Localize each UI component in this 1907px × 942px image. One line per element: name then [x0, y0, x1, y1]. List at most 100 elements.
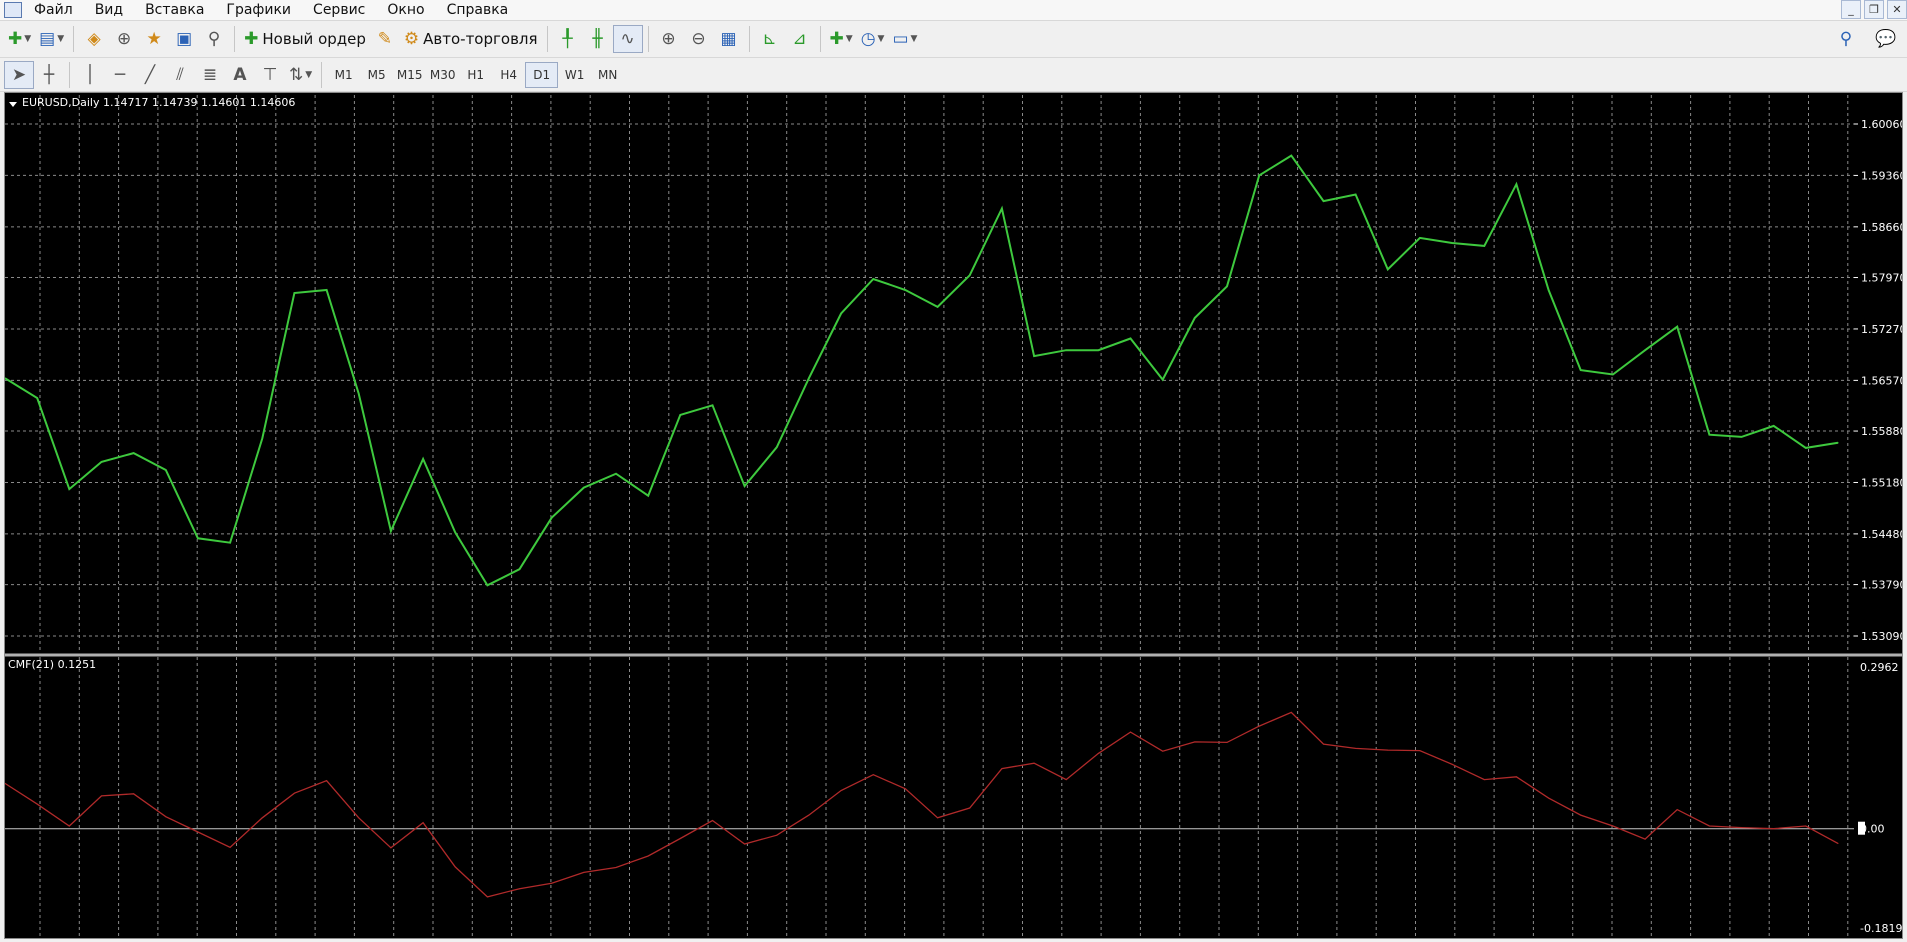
timeframe-w1[interactable]: W1	[558, 62, 591, 88]
price-point	[100, 461, 103, 463]
timeframe-m1[interactable]: M1	[327, 62, 360, 88]
auto-scroll-button[interactable]: ⊾	[755, 25, 785, 53]
cmf-point	[615, 866, 617, 868]
crosshair-button[interactable]: ┼	[34, 61, 64, 89]
chart-canvas[interactable]: 1.60060 1.59360 1.58660 1.57970 1.57270 1.565…	[4, 92, 1907, 938]
cmf-point	[293, 792, 295, 794]
price-point	[1773, 425, 1775, 427]
templates-button[interactable]: ▭ ▼	[888, 25, 921, 53]
price-point	[229, 542, 231, 544]
price-point	[615, 473, 617, 475]
menu-insert[interactable]: Вставка	[145, 0, 204, 21]
menu-charts[interactable]: Графики	[226, 0, 291, 21]
price-point	[872, 278, 874, 280]
search-button[interactable]: ⚲	[1831, 25, 1861, 53]
cmf-point	[1033, 762, 1035, 764]
cursor-button[interactable]: ➤	[4, 61, 34, 89]
minimize-button[interactable]: _	[1841, 0, 1861, 19]
terminal-button[interactable]: ▣	[169, 25, 199, 53]
timeframe-h4[interactable]: H4	[492, 62, 525, 88]
timeframe-h1[interactable]: H1	[459, 62, 492, 88]
indicators-button[interactable]: ✚ ▼	[826, 25, 857, 53]
cmf-point	[1483, 779, 1485, 781]
horizontal-line-button[interactable]: ─	[105, 61, 135, 89]
autotrading-button[interactable]: ⚙ Авто-торговля	[400, 25, 542, 53]
cmf-point	[1419, 750, 1421, 752]
vertical-line-button[interactable]: │	[75, 61, 105, 89]
vertical-line-icon: │	[84, 64, 96, 85]
timeframe-mn[interactable]: MN	[591, 62, 624, 88]
chat-button[interactable]: 💬	[1871, 25, 1901, 53]
menu-tools[interactable]: Сервис	[313, 0, 365, 21]
text-button[interactable]: A	[225, 61, 255, 89]
fibonacci-button[interactable]: ≣	[195, 61, 225, 89]
cmf-point	[808, 814, 810, 816]
close-button[interactable]: ✕	[1887, 0, 1907, 19]
trendline-icon: ╱	[144, 64, 156, 85]
line-studies-toolbar: ➤ ┼ │ ─ ╱ ⫽ ≣ A ⊤ ⇅ ▼ M1 M5 M15 M30 H1 H4…	[0, 58, 1907, 92]
chart-shift-button[interactable]: ⊿	[785, 25, 815, 53]
price-tick-label: 1.59360	[1861, 169, 1902, 182]
toolbar-separator	[69, 62, 70, 88]
cmf-point	[1194, 741, 1196, 743]
dropdown-arrow-icon: ▼	[877, 33, 885, 44]
new-chart-button[interactable]: ✚ ▼	[4, 25, 35, 53]
candlestick-icon: ╫	[592, 28, 603, 49]
cmf-point	[969, 807, 971, 809]
horizontal-line-icon: ─	[114, 64, 126, 85]
price-point	[1740, 436, 1743, 438]
autotrading-label: Авто-торговля	[423, 30, 538, 48]
chart-shift-icon: ⊿	[792, 28, 807, 49]
strategy-tester-button[interactable]: ⚲	[199, 25, 229, 53]
cmf-point	[1290, 711, 1292, 713]
cmf-point	[1676, 809, 1678, 811]
channel-icon: ⫽	[176, 64, 184, 85]
toolbar-separator	[546, 26, 548, 52]
periods-button[interactable]: ◷ ▼	[857, 25, 889, 53]
equidistant-channel-button[interactable]: ⫽	[165, 61, 195, 89]
cmf-point	[133, 793, 135, 795]
cmf-point	[1162, 750, 1164, 752]
bar-chart-button[interactable]: ╀	[553, 25, 583, 53]
market-watch-button[interactable]: ◈	[79, 25, 109, 53]
tile-windows-button[interactable]: ▦	[714, 25, 744, 53]
timeframe-m15[interactable]: M15	[393, 62, 426, 88]
line-chart-button[interactable]: ∿	[612, 25, 643, 53]
data-window-button[interactable]: ⊕	[109, 25, 139, 53]
price-point	[165, 469, 167, 471]
menu-window[interactable]: Окно	[387, 0, 424, 21]
zoom-in-button[interactable]: ⊕	[654, 25, 684, 53]
market-watch-icon: ◈	[87, 28, 101, 49]
restore-button[interactable]: ❐	[1864, 0, 1884, 19]
price-point	[1483, 245, 1485, 247]
cmf-point	[1515, 776, 1517, 778]
trendline-button[interactable]: ╱	[135, 61, 165, 89]
menu-file[interactable]: Файл	[34, 0, 73, 21]
text-label-button[interactable]: ⊤	[255, 61, 285, 89]
metaeditor-button[interactable]: ✎	[370, 25, 400, 53]
chart-window[interactable]: 1.60060 1.59360 1.58660 1.57970 1.57270 1.565…	[4, 92, 1907, 939]
price-point	[1547, 289, 1550, 291]
menu-help[interactable]: Справка	[447, 0, 509, 21]
price-point	[1194, 317, 1196, 319]
arrows-button[interactable]: ⇅ ▼	[285, 61, 316, 89]
cmf-point	[100, 795, 102, 797]
timeframe-m30[interactable]: M30	[426, 62, 459, 88]
templates-icon: ▭	[892, 28, 909, 49]
profiles-button[interactable]: ▤ ▼	[35, 25, 68, 53]
auto-scroll-icon: ⊾	[762, 28, 777, 49]
timeframe-m5[interactable]: M5	[360, 62, 393, 88]
zoom-out-button[interactable]: ⊖	[684, 25, 714, 53]
app-icon	[4, 2, 22, 18]
menu-view[interactable]: Вид	[95, 0, 123, 21]
cmf-point	[486, 896, 488, 898]
candlestick-button[interactable]: ╫	[583, 25, 613, 53]
new-order-button[interactable]: ✚ Новый ордер	[240, 25, 370, 53]
price-point	[904, 289, 907, 291]
cmf-point	[1837, 842, 1839, 844]
price-point	[1258, 174, 1260, 177]
cmf-point	[1258, 725, 1260, 727]
timeframe-d1[interactable]: D1	[525, 62, 559, 88]
navigator-button[interactable]: ★	[139, 25, 169, 53]
price-point	[36, 397, 38, 399]
